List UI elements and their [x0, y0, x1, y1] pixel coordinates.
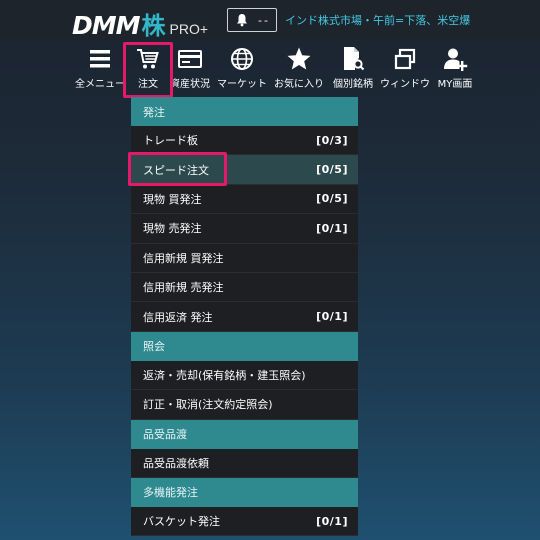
logo-kabu-text: 株 [141, 12, 166, 40]
notification-button[interactable]: -- [227, 8, 277, 32]
menu-item-label: 信用新規 売発注 [143, 281, 224, 295]
menu-item-label: 訂正・取消(注文約定照会) [143, 398, 273, 412]
menu-item-label: 現物 売発注 [143, 222, 202, 236]
toolbar-window[interactable]: ウィンドウ [378, 44, 432, 96]
menu-item-label: 返済・売却(保有銘柄・建玉照会) [143, 368, 306, 382]
menu-item-label: 信用新規 買発注 [143, 251, 224, 265]
menu-item-count: [0/1] [316, 514, 348, 528]
menu-item-cash-sell-order[interactable]: 現物 売発注 [0/1] [131, 214, 358, 244]
menu-item-margin-repay[interactable]: 信用返済 発注 [0/1] [131, 302, 358, 332]
menu-item-margin-new-buy[interactable]: 信用新規 買発注 [131, 244, 358, 273]
menu-item-repay-sell-inquiry[interactable]: 返済・売却(保有銘柄・建玉照会) [131, 361, 358, 391]
document-search-icon [344, 47, 365, 71]
star-icon [287, 47, 311, 70]
menu-item-delivery-request[interactable]: 品受品渡依頼 [131, 449, 358, 478]
menu-item-basket-order[interactable]: バスケット発注 [0/1] [131, 507, 358, 537]
toolbar-label: 資産状況 [170, 79, 210, 90]
menu-item-label: 信用返済 発注 [143, 310, 213, 324]
user-add-icon [444, 48, 468, 71]
toolbar-favorites[interactable]: お気に入り [272, 44, 326, 96]
toolbar-label: MY画面 [437, 79, 473, 90]
menu-section-delivery: 品受品渡 [131, 419, 358, 449]
toolbar-label: お気に入り [274, 79, 324, 90]
wallet-card-icon [178, 50, 202, 68]
menu-item-count: [0/1] [316, 310, 348, 324]
toolbar-assets[interactable]: 資産状況 [168, 44, 212, 96]
menu-item-label: 現物 買発注 [143, 192, 202, 206]
menu-item-margin-new-sell[interactable]: 信用新規 売発注 [131, 273, 358, 303]
logo-text: DMM [72, 11, 141, 40]
menu-item-count: [0/5] [316, 192, 348, 206]
menu-section-multi-function: 多機能発注 [131, 477, 358, 507]
bell-icon [237, 14, 247, 27]
menu-section-inquiry: 照会 [131, 331, 358, 361]
main-toolbar: 全メニュー 注文 資産状況 マーケット お気に入り 個別銘柄 ウィンドウ MY画… [0, 44, 540, 96]
menu-item-cash-buy-order[interactable]: 現物 買発注 [0/5] [131, 185, 358, 215]
menu-item-label: バスケット発注 [143, 515, 220, 529]
toolbar-label: 個別銘柄 [333, 79, 373, 90]
globe-icon [231, 48, 253, 70]
menu-item-count: [0/5] [316, 163, 348, 177]
toolbar-label: マーケット [217, 79, 267, 90]
toolbar-label: 全メニュー [75, 79, 125, 90]
top-header: DMM 株 PRO+ -- インド株式市場・午前=下落、米空爆 [0, 0, 540, 40]
menu-item-label: 品受品渡依頼 [143, 456, 209, 470]
speed-order-highlight-frame [128, 152, 227, 186]
toolbar-market[interactable]: マーケット [214, 44, 270, 96]
dmm-kabu-logo[interactable]: DMM 株 PRO+ [72, 6, 209, 40]
news-ticker[interactable]: インド株式市場・午前=下落、米空爆 [285, 12, 535, 28]
menu-item-count: [0/1] [316, 221, 348, 235]
toolbar-my-screen[interactable]: MY画面 [432, 44, 478, 96]
toolbar-all-menu[interactable]: 全メニュー [74, 44, 126, 96]
menu-item-label: トレード板 [143, 134, 198, 148]
order-highlight-frame [123, 42, 173, 98]
toolbar-label: ウィンドウ [380, 79, 430, 90]
menu-item-trade-board[interactable]: トレード板 [0/3] [131, 126, 358, 156]
toolbar-individual-stock[interactable]: 個別銘柄 [328, 44, 378, 96]
hamburger-menu-icon [90, 50, 110, 68]
menu-item-count: [0/3] [316, 133, 348, 147]
menu-item-correct-cancel-inquiry[interactable]: 訂正・取消(注文約定照会) [131, 390, 358, 420]
logo-pro-text: PRO+ [169, 21, 209, 37]
notification-count: -- [258, 13, 270, 27]
menu-section-order: 発注 [131, 97, 358, 126]
windows-icon [394, 48, 416, 70]
